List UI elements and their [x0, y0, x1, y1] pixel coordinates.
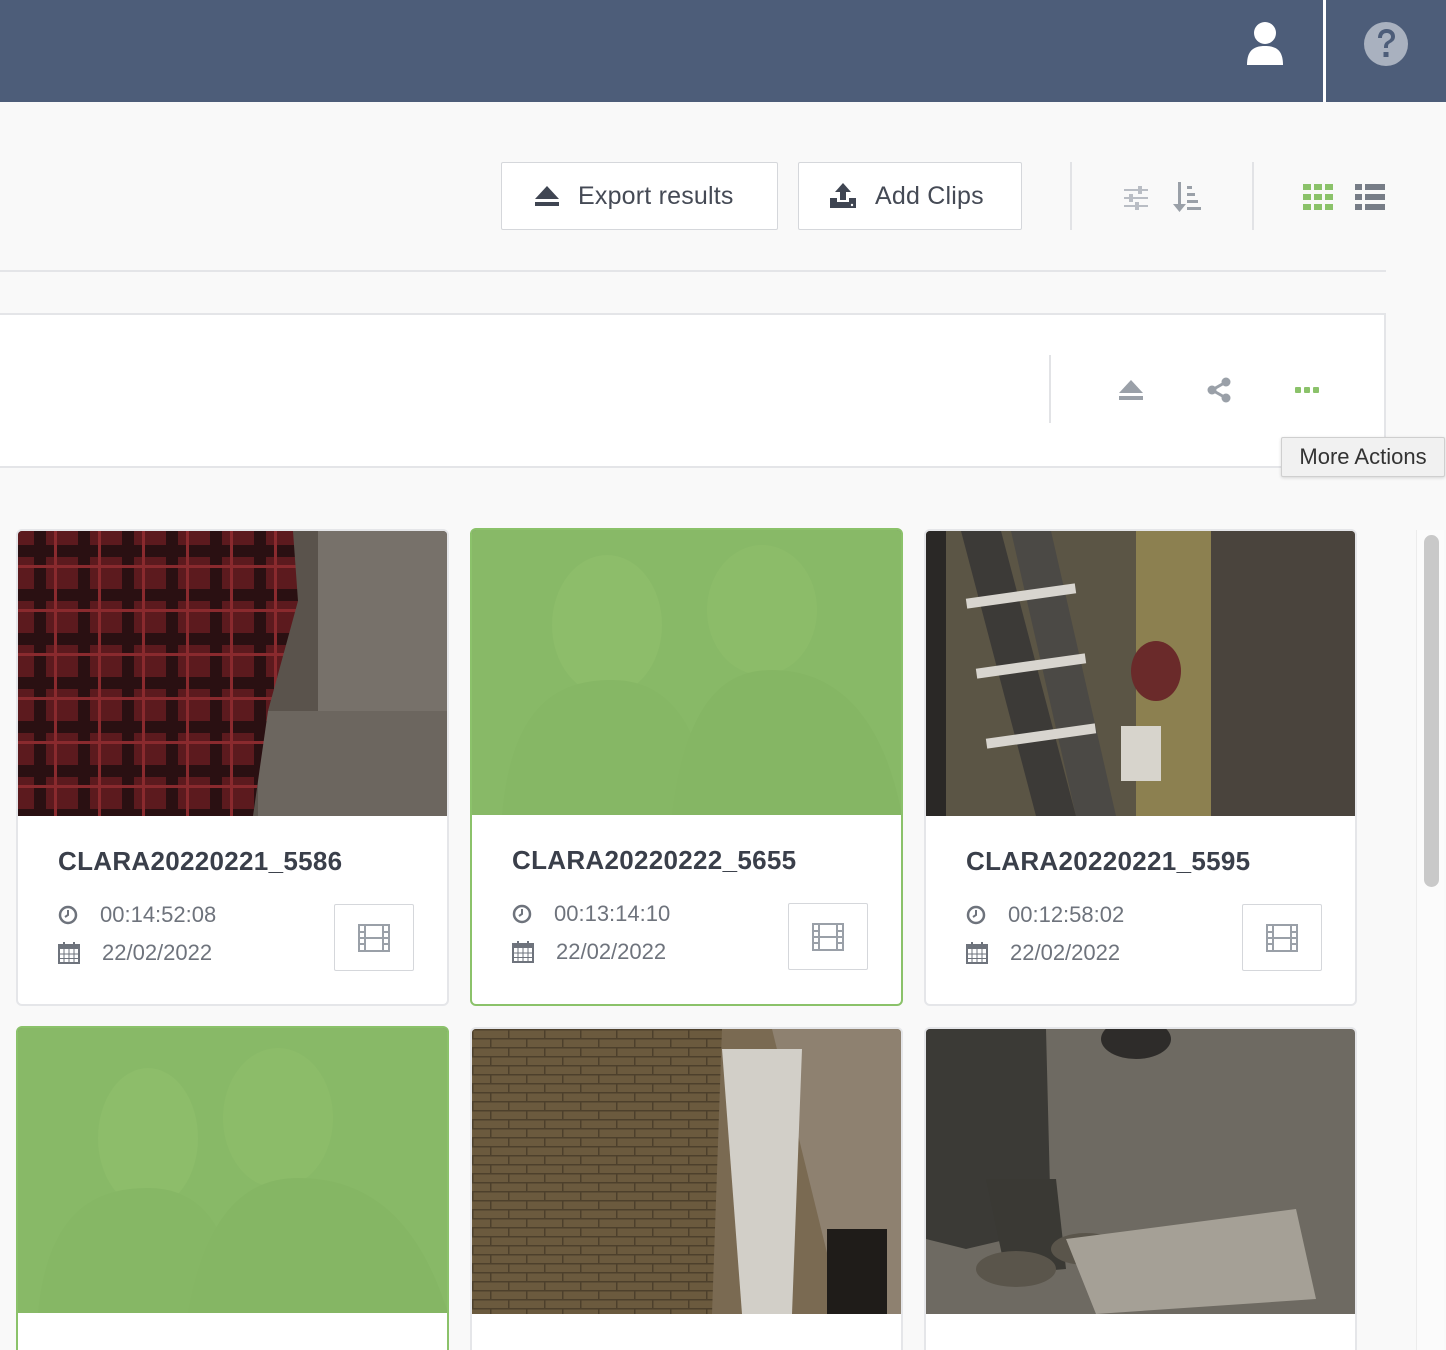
clip-date-row: 22/02/2022: [966, 940, 1120, 966]
more-dots-icon: [1295, 387, 1319, 393]
clip-date-row: 22/02/2022: [58, 940, 212, 966]
calendar-icon: [512, 941, 534, 963]
clip-card-selected[interactable]: CLARA20220222_5655 00:13:14:10 22/02/202…: [470, 528, 903, 1006]
clip-card[interactable]: [470, 1027, 903, 1350]
sliders-icon: [1124, 186, 1148, 210]
clip-thumbnail[interactable]: [926, 1029, 1355, 1314]
list-view-button[interactable]: [1350, 180, 1390, 214]
selected-overlay: [472, 530, 901, 815]
panel-export-button[interactable]: [1110, 373, 1152, 407]
clock-icon: [58, 905, 78, 925]
help-icon: [1364, 22, 1408, 66]
user-account-button[interactable]: [1235, 14, 1295, 74]
clip-card-selected[interactable]: [16, 1026, 449, 1350]
clip-thumbnail[interactable]: [926, 531, 1355, 816]
add-clips-label: Add Clips: [875, 181, 984, 210]
panel-share-button[interactable]: [1198, 373, 1240, 407]
export-results-label: Export results: [578, 181, 734, 210]
toolbar-separator: [1070, 162, 1072, 230]
clip-card[interactable]: CLARA20220221_5586 00:14:52:08 22/02/202…: [16, 529, 449, 1006]
export-results-button[interactable]: Export results: [501, 162, 778, 230]
eject-icon: [535, 186, 559, 206]
clock-icon: [966, 905, 986, 925]
clip-title: CLARA20220222_5655: [512, 845, 797, 875]
upload-icon: [830, 183, 856, 208]
clip-card-body: CLARA20220221_5586 00:14:52:08 22/02/202…: [18, 816, 447, 1004]
topbar-divider: [1323, 0, 1326, 102]
film-icon: [1266, 923, 1298, 952]
help-button[interactable]: [1356, 14, 1416, 74]
clip-thumbnail[interactable]: [18, 531, 447, 816]
clip-card[interactable]: CLARA20220221_5595 00:12:58:02 22/02/202…: [924, 529, 1357, 1006]
more-actions-button[interactable]: [1286, 373, 1328, 407]
top-bar: [0, 0, 1446, 102]
filter-button[interactable]: [1116, 180, 1156, 216]
film-icon: [358, 923, 390, 952]
selection-panel: [0, 313, 1386, 468]
clip-date-row: 22/02/2022: [512, 939, 666, 965]
share-icon: [1207, 377, 1231, 403]
scrollbar-thumb[interactable]: [1424, 535, 1439, 887]
clip-thumbnail[interactable]: [472, 530, 901, 815]
clip-title: CLARA20220221_5595: [966, 846, 1251, 876]
toolbar-divider-line: [0, 270, 1386, 272]
toolbar-separator: [1252, 162, 1254, 230]
grid-view-button[interactable]: [1298, 180, 1338, 214]
add-clips-button[interactable]: Add Clips: [798, 162, 1022, 230]
more-actions-tooltip: More Actions: [1281, 437, 1445, 477]
user-icon: [1247, 22, 1283, 65]
clip-duration-row: 00:14:52:08: [58, 902, 216, 928]
clip-thumbnail[interactable]: [472, 1029, 901, 1314]
clip-card-body: CLARA20220221_5595 00:12:58:02 22/02/202…: [926, 816, 1355, 1004]
clip-title: CLARA20220221_5586: [58, 846, 343, 876]
clip-card[interactable]: [924, 1027, 1357, 1350]
sort-icon: [1173, 182, 1201, 212]
clip-duration-row: 00:13:14:10: [512, 901, 670, 927]
clip-date: 22/02/2022: [102, 940, 213, 965]
clip-duration: 00:14:52:08: [100, 902, 217, 927]
open-clip-button[interactable]: [1242, 904, 1322, 971]
grid-icon: [1303, 184, 1333, 210]
clip-date: 22/02/2022: [556, 939, 667, 964]
sort-button[interactable]: [1168, 178, 1208, 216]
panel-separator: [1049, 355, 1051, 423]
clock-icon: [512, 904, 532, 924]
eject-icon: [1119, 380, 1143, 400]
open-clip-button[interactable]: [788, 903, 868, 970]
clip-card-body: CLARA20220222_5655 00:13:14:10 22/02/202…: [472, 815, 901, 1004]
clip-duration: 00:12:58:02: [1008, 902, 1125, 927]
calendar-icon: [966, 942, 988, 964]
clip-duration-row: 00:12:58:02: [966, 902, 1124, 928]
selected-overlay: [18, 1028, 447, 1313]
clip-duration: 00:13:14:10: [554, 901, 671, 926]
clip-thumbnail[interactable]: [18, 1028, 447, 1313]
film-icon: [812, 922, 844, 951]
open-clip-button[interactable]: [334, 904, 414, 971]
clip-date: 22/02/2022: [1010, 940, 1121, 965]
calendar-icon: [58, 942, 80, 964]
list-icon: [1355, 184, 1385, 210]
